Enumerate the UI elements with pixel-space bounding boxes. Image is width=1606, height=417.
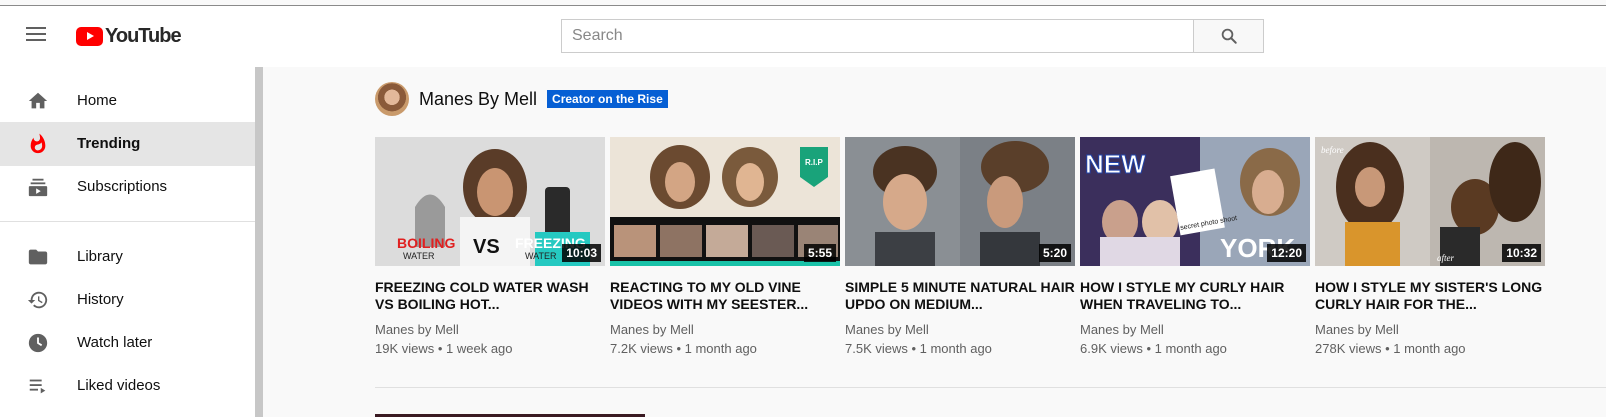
- search-input[interactable]: [562, 20, 1193, 52]
- sidebar-item-trending[interactable]: Trending: [0, 122, 255, 166]
- trending-flame-icon: [30, 133, 46, 154]
- video-meta: 7.2K views • 1 month ago: [610, 341, 757, 356]
- sidebar-item-subscriptions[interactable]: Subscriptions: [0, 165, 255, 209]
- history-icon: [27, 291, 48, 309]
- thumb-text-water-2: WATER: [525, 251, 557, 261]
- thumb-text-new: NEW: [1085, 149, 1146, 179]
- sidebar-item-label: Library: [77, 248, 123, 265]
- video-card[interactable]: BOILING WATER VS FREEZING WATER 10:03 FR…: [375, 137, 605, 356]
- video-title[interactable]: HOW I STYLE MY SISTER'S LONG CURLY HAIR …: [1315, 279, 1545, 313]
- video-title[interactable]: REACTING TO MY OLD VINE VIDEOS WITH MY S…: [610, 279, 840, 313]
- search-box: [561, 19, 1193, 53]
- video-thumbnail[interactable]: BOILING WATER VS FREEZING WATER 10:03: [375, 137, 605, 266]
- video-title[interactable]: SIMPLE 5 MINUTE NATURAL HAIR UPDO ON MED…: [845, 279, 1075, 313]
- duration-badge: 10:03: [562, 244, 601, 262]
- channel-name[interactable]: Manes By Mell: [419, 89, 537, 110]
- sidebar-divider: [0, 221, 255, 222]
- video-meta: 7.5K views • 1 month ago: [845, 341, 992, 356]
- thumb-text-water: WATER: [403, 251, 435, 261]
- menu-icon[interactable]: [26, 27, 46, 41]
- duration-badge: 5:20: [1038, 244, 1071, 262]
- home-icon: [28, 92, 48, 109]
- video-card[interactable]: R.I.P 5:55 REACTING TO MY OLD VINE VIDEO…: [610, 137, 840, 356]
- video-card[interactable]: NEW YORK secret photo shoot 12:20 HOW I …: [1080, 137, 1310, 356]
- video-thumbnail[interactable]: R.I.P 5:55: [610, 137, 840, 266]
- subscriptions-icon: [28, 178, 48, 197]
- search-icon: [1221, 28, 1237, 44]
- duration-badge: 12:20: [1267, 244, 1306, 262]
- sidebar-item-label: Liked videos: [77, 377, 161, 394]
- channel-avatar[interactable]: [375, 82, 409, 116]
- thumb-text-rip: R.I.P: [805, 158, 823, 167]
- video-meta: 278K views • 1 month ago: [1315, 341, 1466, 356]
- folder-icon: [28, 249, 48, 265]
- sidebar-item-history[interactable]: History: [0, 278, 255, 322]
- video-channel[interactable]: Manes by Mell: [610, 322, 840, 337]
- video-meta: 19K views • 1 week ago: [375, 341, 513, 356]
- masthead: YouTube: [0, 6, 1606, 67]
- video-title[interactable]: HOW I STYLE MY CURLY HAIR WHEN TRAVELING…: [1080, 279, 1310, 313]
- sidebar-scrollbar[interactable]: [255, 67, 263, 417]
- thumb-text-before: before: [1321, 145, 1344, 155]
- video-channel[interactable]: Manes by Mell: [1315, 322, 1545, 337]
- sidebar-item-label: Trending: [77, 135, 141, 152]
- duration-badge: 10:32: [1502, 244, 1541, 262]
- sidebar-item-library[interactable]: Library: [0, 235, 255, 279]
- duration-badge: 5:55: [803, 244, 836, 262]
- search-button[interactable]: [1193, 19, 1264, 53]
- sidebar-item-home[interactable]: Home: [0, 79, 255, 123]
- logo-text: YouTube: [105, 25, 182, 47]
- video-card[interactable]: 5:20 SIMPLE 5 MINUTE NATURAL HAIR UPDO O…: [845, 137, 1075, 356]
- creator-badge: Creator on the Rise: [547, 90, 668, 108]
- thumb-text-boiling: BOILING: [397, 235, 455, 251]
- playlist-icon: [29, 379, 46, 394]
- shelf-divider: [375, 387, 1606, 388]
- sidebar-item-liked-videos[interactable]: Liked videos: [0, 364, 255, 408]
- video-title[interactable]: FREEZING COLD WATER WASH VS BOILING HOT.…: [375, 279, 605, 313]
- sidebar-item-label: Subscriptions: [77, 178, 168, 195]
- video-shelf: BOILING WATER VS FREEZING WATER 10:03 FR…: [375, 137, 1575, 367]
- sidebar-item-watch-later[interactable]: Watch later: [0, 321, 255, 365]
- thumb-text-after: after: [1437, 253, 1454, 263]
- video-thumbnail[interactable]: 5:20: [845, 137, 1075, 266]
- video-thumbnail[interactable]: NEW YORK secret photo shoot 12:20: [1080, 137, 1310, 266]
- youtube-play-icon: [76, 27, 103, 46]
- youtube-logo[interactable]: YouTube: [76, 25, 182, 48]
- video-channel[interactable]: Manes by Mell: [1080, 322, 1310, 337]
- video-thumbnail[interactable]: before after 10:32: [1315, 137, 1545, 266]
- sidebar: Home Trending Subscriptions Library Hist…: [0, 67, 255, 417]
- video-meta: 6.9K views • 1 month ago: [1080, 341, 1227, 356]
- sidebar-item-label: Home: [77, 92, 118, 109]
- video-card[interactable]: before after 10:32 HOW I STYLE MY SISTER…: [1315, 137, 1545, 356]
- sidebar-item-label: Watch later: [77, 334, 153, 351]
- sidebar-item-label: History: [77, 291, 124, 308]
- video-channel[interactable]: Manes by Mell: [845, 322, 1075, 337]
- thumb-text-vs: VS: [473, 236, 500, 258]
- clock-icon: [28, 333, 48, 353]
- shelf-header: Manes By Mell Creator on the Rise: [375, 82, 668, 116]
- video-channel[interactable]: Manes by Mell: [375, 322, 605, 337]
